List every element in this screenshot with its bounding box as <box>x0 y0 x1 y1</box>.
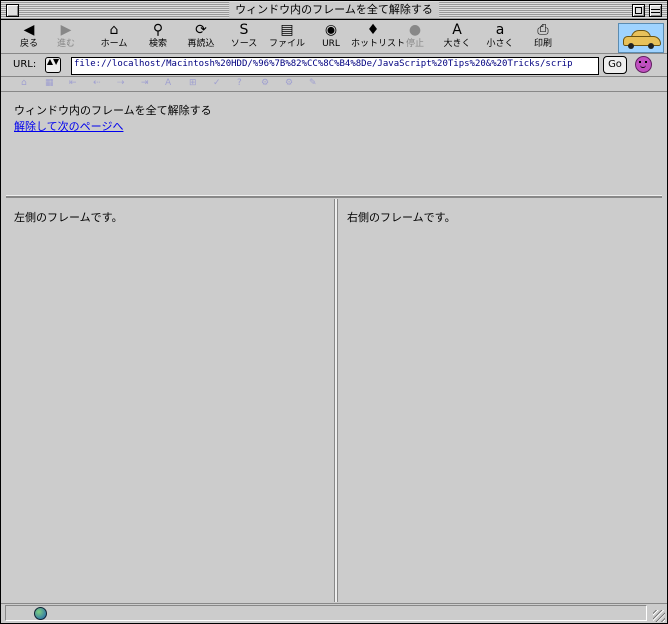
reload-icon: ⟳ <box>195 22 207 38</box>
toolbar-button-9[interactable]: ● 停止 <box>393 22 437 52</box>
nav2-icon[interactable]: ⇥ <box>141 78 149 88</box>
smaller-text-icon: a <box>495 22 505 38</box>
hotlist-icon: ♦ <box>366 22 380 38</box>
zoom-box[interactable] <box>632 4 645 17</box>
collapse-box[interactable] <box>649 4 662 17</box>
toolbar-button-8[interactable]: ♦ ホットリスト <box>351 22 406 52</box>
toolbar-button-label: ホーム <box>100 39 128 49</box>
print-icon: ⎙ <box>537 22 549 38</box>
toolbar-button-6[interactable]: ▤ ファイル <box>265 22 309 52</box>
nav2-icon[interactable]: ⇠ <box>93 78 101 88</box>
top-frame: ウィンドウ内のフレームを全て解除する 解除して次のページへ <box>6 93 662 197</box>
close-box[interactable] <box>6 4 19 17</box>
toolbar-button-label: 大きく <box>443 39 471 49</box>
toolbar-button-11[interactable]: a 小さく <box>478 22 522 52</box>
toolbar-button-label: ファイル <box>268 39 305 49</box>
nav2-icon[interactable]: ? <box>237 78 242 88</box>
toolbar-button-label: 停止 <box>405 39 424 49</box>
larger-text-icon: A <box>452 22 462 38</box>
home-icon: ⌂ <box>109 22 119 38</box>
browser-window: ウィンドウ内のフレームを全て解除する ◀ 戻る ▶ 進む ⌂ ホーム ⚲ 検索 ⟳ 再読込 S ソース… <box>0 0 668 624</box>
toolbar-button-4[interactable]: ⟳ 再読込 <box>179 22 223 52</box>
toolbar-button-label: 進む <box>56 39 75 49</box>
nav2-icon[interactable]: ⚙ <box>261 78 269 88</box>
url-field[interactable]: file://localhost/Macintosh%20HDD/%96%7B%… <box>71 57 599 75</box>
toolbar-button-label: URL <box>322 39 340 49</box>
right-frame-text: 右側のフレームです。 <box>347 211 456 224</box>
toolbar-button-5[interactable]: S ソース <box>222 22 266 52</box>
resize-grip[interactable] <box>653 610 665 622</box>
toolbar-button-2[interactable]: ⌂ ホーム <box>92 22 136 52</box>
left-frame: 左側のフレームです。 <box>6 199 334 602</box>
url-bar: URL: ▲▼ file://localhost/Macintosh%20HDD… <box>1 54 667 77</box>
nav2-icon[interactable]: A <box>165 78 171 88</box>
url-label: URL: <box>13 59 37 70</box>
nav2-icon[interactable]: ⊞ <box>189 78 197 88</box>
status-bar <box>1 603 667 624</box>
toolbar-button-1[interactable]: ▶ 進む <box>44 22 88 52</box>
release-frames-link[interactable]: 解除して次のページへ <box>14 118 123 134</box>
toolbar-button-label: ソース <box>230 39 258 49</box>
top-frame-heading: ウィンドウ内のフレームを全て解除する <box>14 104 212 117</box>
browser-toolbar: ◀ 戻る ▶ 進む ⌂ ホーム ⚲ 検索 ⟳ 再読込 S ソース ▤ ファイル ◉ URL ♦ ホットリスト ● 停止… <box>1 20 667 54</box>
toolbar-button-3[interactable]: ⚲ 検索 <box>136 22 180 52</box>
nav2-icon[interactable]: ✓ <box>213 78 221 88</box>
toolbar-button-label: 検索 <box>148 39 167 49</box>
nav2-icon[interactable]: ▦ <box>45 78 54 88</box>
nav2-icon[interactable]: ⌂ <box>21 78 27 88</box>
nav2-icon[interactable]: ✎ <box>309 78 317 88</box>
toolbar-button-10[interactable]: A 大きく <box>435 22 479 52</box>
nav2-icon[interactable]: ⚙ <box>285 78 293 88</box>
toolbar-button-label: 小さく <box>486 39 514 49</box>
source-icon: S <box>239 22 249 38</box>
title-bar[interactable]: ウィンドウ内のフレームを全て解除する <box>1 1 667 20</box>
forward-arrow-icon: ▶ <box>60 22 72 38</box>
toolbar-button-label: 再読込 <box>187 39 215 49</box>
toolbar-button-7[interactable]: ◉ URL <box>309 22 353 52</box>
url-history-popup[interactable]: ▲▼ <box>45 57 61 73</box>
file-icon: ▤ <box>280 22 294 38</box>
toolbar-button-label: ホットリスト <box>351 39 406 49</box>
toolbar-button-label: 印刷 <box>533 39 552 49</box>
url-globe-icon: ◉ <box>324 22 338 38</box>
smiley-icon[interactable] <box>635 56 652 73</box>
toolbar-button-12[interactable]: ⎙ 印刷 <box>521 22 565 52</box>
left-frame-text: 左側のフレームです。 <box>14 211 123 224</box>
frame-divider-horizontal[interactable] <box>6 196 662 198</box>
go-button[interactable]: Go <box>603 56 627 74</box>
globe-icon <box>34 607 47 620</box>
window-title: ウィンドウ内のフレームを全て解除する <box>229 2 439 18</box>
search-icon: ⚲ <box>152 22 164 38</box>
nav2-icon[interactable]: ⇢ <box>117 78 125 88</box>
secondary-nav-bar: ⌂ ▦ ⇤ ⇠ ⇢ ⇥ A ⊞ ✓? ⚙ ⚙ ✎ <box>1 77 667 92</box>
status-field <box>5 605 647 621</box>
browser-logo <box>618 23 664 53</box>
nav2-icon[interactable]: ⇤ <box>69 78 77 88</box>
frame-divider-vertical[interactable] <box>334 199 338 602</box>
stop-icon: ● <box>408 22 422 38</box>
right-frame: 右側のフレームです。 <box>339 199 662 602</box>
